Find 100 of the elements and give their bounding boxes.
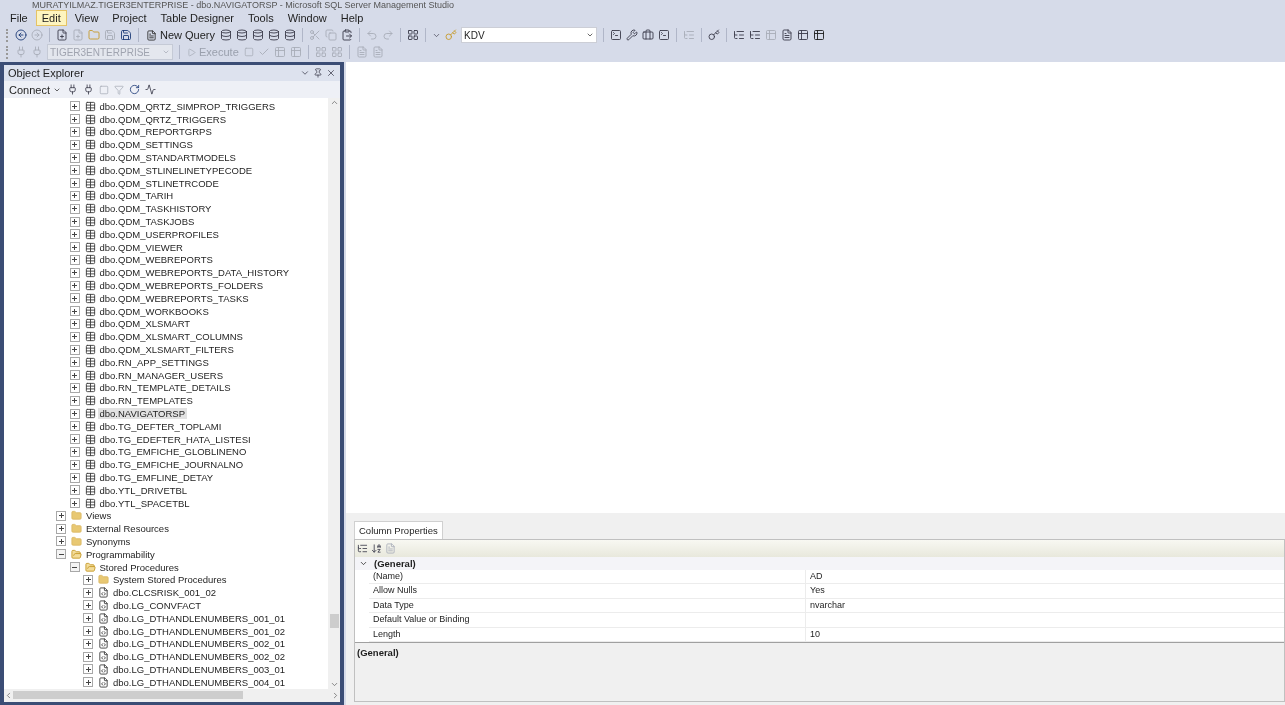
expand-icon[interactable]	[69, 306, 80, 317]
expand-icon[interactable]	[69, 216, 80, 227]
expand-icon[interactable]	[69, 472, 80, 483]
expand-icon[interactable]	[83, 638, 93, 649]
expand-icon[interactable]	[69, 485, 80, 496]
expand-icon[interactable]	[69, 267, 80, 278]
tree-item[interactable]: dbo.RN_MANAGER_USERS	[97, 369, 226, 381]
back-icon[interactable]	[15, 29, 27, 41]
tree-item[interactable]: dbo.QDM_WEBREPORTS_TASKS	[97, 292, 251, 304]
vertical-scrollbar[interactable]	[328, 98, 340, 689]
tree-item[interactable]: dbo.QDM_STLINELINETYPECODE	[97, 164, 255, 176]
disconnect-icon[interactable]	[83, 84, 94, 95]
close-icon[interactable]	[326, 68, 336, 78]
tree-item[interactable]: dbo.QDM_XLSMART_COLUMNS	[97, 331, 245, 343]
menu-item[interactable]: File	[4, 10, 34, 26]
expand-icon[interactable]	[69, 421, 80, 432]
expand-icon[interactable]	[69, 395, 80, 406]
expand-icon[interactable]	[56, 523, 66, 534]
menu-item[interactable]: Tools	[242, 10, 280, 26]
tree-item[interactable]: System Stored Procedures	[111, 574, 229, 586]
database-query-icon[interactable]	[236, 29, 249, 41]
tree-item[interactable]: dbo.CLCSRISK_001_02	[111, 587, 218, 599]
properties-icon[interactable]	[610, 29, 623, 41]
tree-item[interactable]: dbo.NAVIGATORSP	[97, 408, 188, 419]
tree-item[interactable]: dbo.QDM_STLINETRCODE	[97, 177, 221, 189]
expand-icon[interactable]	[69, 190, 80, 201]
tree-item[interactable]: dbo.QDM_VIEWER	[97, 241, 185, 253]
toolbox-icon[interactable]	[642, 29, 655, 41]
tree-item[interactable]: dbo.QDM_REPORTGRPS	[97, 126, 214, 138]
tree-item[interactable]: dbo.TG_DEFTER_TOPLAMI	[97, 420, 224, 432]
column-properties-tab[interactable]: Column Properties	[354, 520, 443, 539]
tree-item[interactable]: dbo.LG_DTHANDLENUMBERS_002_02	[111, 651, 288, 663]
tree-item[interactable]: dbo.LG_DTHANDLENUMBERS_001_01	[111, 612, 288, 624]
table-designer-icon[interactable]	[813, 29, 826, 41]
expand-icon[interactable]	[69, 408, 80, 419]
tree-item[interactable]: dbo.TG_EMFICHE_GLOBLINENO	[97, 446, 249, 458]
database-query-icon[interactable]	[268, 29, 281, 41]
tree-item[interactable]: dbo.LG_DTHANDLENUMBERS_003_01	[111, 663, 288, 675]
expand-icon[interactable]	[83, 651, 93, 662]
tree-item[interactable]: dbo.QDM_XLSMART_FILTERS	[97, 344, 236, 356]
database-query-icon[interactable]	[284, 29, 297, 41]
expand-icon[interactable]	[83, 600, 93, 611]
menu-item[interactable]: Project	[106, 10, 153, 26]
tree-item[interactable]: Programmability	[84, 548, 157, 560]
expand-icon[interactable]	[83, 613, 93, 624]
expand-icon[interactable]	[83, 626, 93, 637]
expand-icon[interactable]	[83, 587, 93, 598]
expand-icon[interactable]	[69, 152, 80, 163]
expand-icon[interactable]	[69, 101, 80, 112]
tree-item[interactable]: External Resources	[84, 523, 171, 535]
key-icon[interactable]	[708, 29, 721, 41]
tree-item[interactable]: dbo.QDM_WORKBOOKS	[97, 305, 211, 317]
expand-icon[interactable]	[83, 574, 93, 585]
tree-item[interactable]: dbo.QDM_TARIH	[97, 190, 176, 202]
expand-icon[interactable]	[69, 139, 80, 150]
scroll-right-icon[interactable]	[331, 690, 340, 700]
tree-item[interactable]: dbo.QDM_SETTINGS	[97, 139, 195, 151]
save-all-icon[interactable]	[120, 29, 132, 41]
window-icon[interactable]	[658, 29, 671, 41]
wrench-icon[interactable]	[626, 29, 639, 41]
expand-icon[interactable]	[69, 242, 80, 253]
plug-icon[interactable]	[67, 84, 78, 95]
tree-item[interactable]: dbo.QDM_XLSMART	[97, 318, 193, 330]
sort-alphabetical-icon[interactable]	[371, 542, 382, 554]
tree-item[interactable]: dbo.LG_DTHANDLENUMBERS_001_02	[111, 625, 288, 637]
property-value[interactable]: Yes	[806, 584, 1284, 598]
tree-item[interactable]: dbo.TG_EMFLINE_DETAY	[97, 472, 216, 483]
categorized-icon[interactable]	[357, 542, 368, 554]
menu-item[interactable]: Edit	[35, 10, 67, 26]
tree-item[interactable]: dbo.YTL_DRIVETBL	[97, 484, 190, 496]
expand-icon[interactable]	[69, 357, 80, 368]
database-query-icon[interactable]	[220, 29, 233, 41]
property-value[interactable]: AD	[806, 569, 1284, 584]
expand-icon[interactable]	[69, 446, 80, 457]
tree-item[interactable]: dbo.QDM_WEBREPORTS_FOLDERS	[97, 280, 265, 292]
paste-icon[interactable]	[341, 29, 354, 41]
expand-icon[interactable]	[69, 498, 80, 509]
expand-icon[interactable]	[83, 677, 93, 688]
expand-icon[interactable]	[69, 459, 80, 470]
menu-item[interactable]: Help	[334, 10, 370, 26]
tree-item[interactable]: dbo.RN_APP_SETTINGS	[97, 356, 211, 368]
tree-item[interactable]: dbo.LG_CONVFACT	[111, 599, 204, 611]
refresh-icon[interactable]	[129, 84, 140, 95]
scroll-thumb[interactable]	[329, 613, 339, 628]
expand-icon[interactable]	[56, 536, 66, 547]
scroll-thumb[interactable]	[13, 691, 243, 700]
new-query-button[interactable]: New Query	[145, 27, 217, 43]
expand-icon[interactable]	[69, 280, 80, 291]
expand-icon[interactable]	[69, 344, 80, 355]
property-value[interactable]: nvarchar	[806, 598, 1284, 613]
tree-item[interactable]: dbo.QDM_USERPROFILES	[97, 228, 221, 240]
tree-item[interactable]: dbo.RN_TEMPLATE_DETAILS	[97, 382, 233, 394]
tree-item[interactable]: Synonyms	[84, 536, 133, 547]
expand-icon[interactable]	[83, 664, 93, 675]
menu-item[interactable]: View	[68, 10, 105, 26]
expand-icon[interactable]	[69, 203, 80, 214]
expand-icon[interactable]	[69, 434, 80, 445]
pin-icon[interactable]	[313, 68, 323, 78]
expand-icon[interactable]	[69, 127, 80, 137]
tree-item[interactable]: dbo.LG_DTHANDLENUMBERS_002_01	[111, 638, 288, 650]
